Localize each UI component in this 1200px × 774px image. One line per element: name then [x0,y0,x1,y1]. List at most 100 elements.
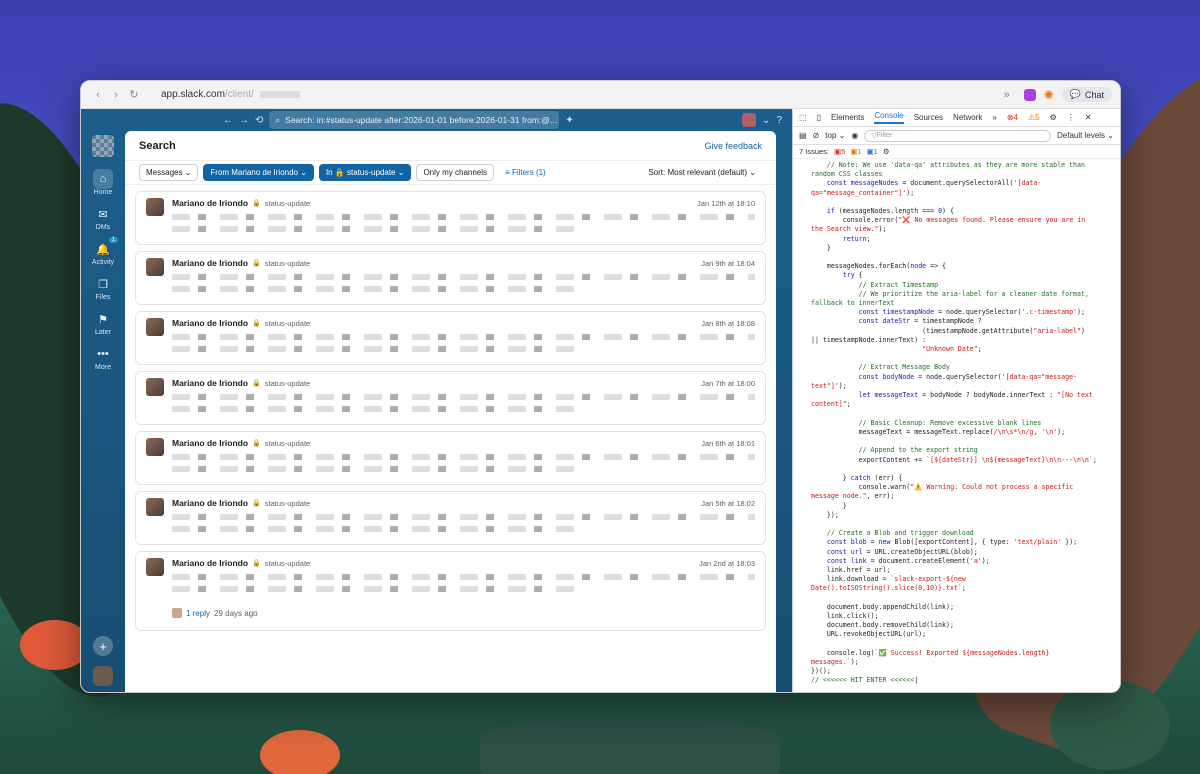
help-icon[interactable]: ? [776,115,782,126]
rail-item-home[interactable]: ⌂ Home [93,169,113,196]
lock-icon: 🔒 [252,560,261,567]
channel-name[interactable]: status-update [265,439,310,448]
url-redacted [259,90,300,98]
list-item[interactable]: Mariano de Iriondo 🔒 status-update Jan 6… [135,431,766,485]
timestamp[interactable]: Jan 6th at 18:01 [701,439,755,448]
warning-count[interactable]: ⚠5 [1028,113,1040,122]
extension-icon[interactable] [1023,88,1036,101]
issues-bar[interactable]: 7 Issues: ▣5 ▣1 ▣1 ⚙ [793,145,1120,159]
forward-arrow-icon[interactable]: → [239,115,249,126]
list-item[interactable]: Mariano de Iriondo 🔒 status-update Jan 2… [135,551,766,631]
inspect-icon[interactable]: ⬚ [799,113,807,122]
reload-icon[interactable]: ↻ [125,88,143,101]
avatar [146,498,164,516]
timestamp[interactable]: Jan 2nd at 18:03 [699,559,755,568]
thread-replies[interactable]: 1 reply 29 days ago [172,608,755,618]
history-icon[interactable]: ⟲ [255,115,263,126]
user-avatar[interactable] [93,666,113,686]
error-count[interactable]: ⊗4 [1007,113,1018,122]
sparkle-extension-icon[interactable]: ✺ [1044,88,1054,102]
timestamp[interactable]: Jan 8th at 18:08 [701,319,755,328]
list-item[interactable]: Mariano de Iriondo 🔒 status-update Jan 5… [135,491,766,545]
channel-name[interactable]: status-update [265,559,310,568]
more-icon: ••• [97,348,109,360]
slack-search-bar[interactable]: ⌕ Search: in:#status-update after:2026-0… [269,111,560,129]
list-item[interactable]: Mariano de Iriondo 🔒 status-update Jan 9… [135,251,766,305]
messages-filter[interactable]: Messages ⌄ [139,164,199,181]
timestamp[interactable]: Jan 7th at 18:00 [701,379,755,388]
more-tabs-icon[interactable]: » [992,113,996,122]
rail-item-activity[interactable]: 🔔 1 Activity [92,237,119,266]
create-button[interactable]: + [93,636,113,656]
filter-bar: Messages ⌄ From Mariano de Iriondo ⌄ In … [125,161,776,185]
in-channel-filter[interactable]: In 🔒 status-update ⌄ [318,164,412,181]
give-feedback-link[interactable]: Give feedback [704,141,762,151]
channel-name[interactable]: status-update [265,319,310,328]
tab-elements[interactable]: Elements [831,113,864,122]
from-filter[interactable]: From Mariano de Iriondo ⌄ [203,164,314,181]
files-icon: ❐ [98,278,108,291]
timestamp[interactable]: Jan 12th at 18:10 [697,199,755,208]
rail-item-files[interactable]: ❐ Files [93,274,113,302]
author-name[interactable]: Mariano de Iriondo [172,318,248,328]
author-name[interactable]: Mariano de Iriondo [172,378,248,388]
author-name[interactable]: Mariano de Iriondo [172,558,248,568]
issues-info-count: ▣1 [866,147,878,156]
filters-button[interactable]: ≡ Filters (1) [499,165,552,180]
avatar [146,378,164,396]
only-my-channels-toggle[interactable]: Only my channels [416,164,495,181]
rail-item-dms[interactable]: ✉ DMs [93,204,113,232]
lock-icon: 🔒 [252,500,261,507]
eye-icon[interactable]: ◉ [851,131,858,140]
rail-item-more[interactable]: ••• More [93,344,113,371]
lock-icon: 🔒 [252,380,261,387]
workspace-avatar[interactable] [742,113,757,127]
workspace-logo[interactable] [92,135,114,157]
sort-dropdown[interactable]: Sort: Most relevant (default) ⌄ [642,165,762,180]
channel-name[interactable]: status-update [265,259,310,268]
chevron-down-icon[interactable]: ⌄ [762,115,770,126]
device-icon[interactable]: ▯ [817,113,821,122]
redacted-text [172,274,755,280]
channel-name[interactable]: status-update [265,199,310,208]
close-icon[interactable]: ✕ [1085,113,1092,122]
redacted-text [172,226,581,232]
channel-name[interactable]: status-update [265,379,310,388]
chevron-right-icon[interactable]: » [998,89,1016,101]
filter-input[interactable]: ▽ Filter [864,129,1052,142]
gear-icon[interactable]: ⚙ [1050,113,1057,122]
sidebar-toggle-icon[interactable]: ▤ [799,131,807,140]
author-name[interactable]: Mariano de Iriondo [172,258,248,268]
context-select[interactable]: top ⌄ [825,131,845,140]
redacted-text [172,514,755,520]
author-name[interactable]: Mariano de Iriondo [172,498,248,508]
tab-network[interactable]: Network [953,113,982,122]
address-bar[interactable]: app.slack.com/client/ [161,89,300,100]
kebab-menu-icon[interactable]: ⋮ [1067,113,1075,122]
slack-app: ← → ⟲ ⌕ Search: in:#status-update after:… [81,109,792,692]
tab-sources[interactable]: Sources [914,113,943,122]
chat-button[interactable]: 💬 Chat [1061,87,1112,102]
timestamp[interactable]: Jan 9th at 18:04 [701,259,755,268]
back-icon[interactable]: ‹ [89,89,107,101]
channel-name[interactable]: status-update [265,499,310,508]
timestamp[interactable]: Jan 5th at 18:02 [701,499,755,508]
rail-item-later[interactable]: ⚑ Later [93,309,113,337]
issues-error-count: ▣5 [834,147,846,156]
console-code[interactable]: // Note: We use 'data-qa' attributes as … [793,159,1120,692]
author-name[interactable]: Mariano de Iriondo [172,198,248,208]
author-name[interactable]: Mariano de Iriondo [172,438,248,448]
search-results: Mariano de Iriondo 🔒 status-update Jan 1… [125,185,776,692]
redacted-text [172,346,581,352]
levels-dropdown[interactable]: Default levels ⌄ [1057,131,1114,140]
clear-console-icon[interactable]: ⊘ [813,131,820,140]
gear-icon[interactable]: ⚙ [883,147,890,156]
list-item[interactable]: Mariano de Iriondo 🔒 status-update Jan 7… [135,371,766,425]
slack-ai-icon[interactable]: ✦ [565,115,573,126]
activity-badge: 1 [108,237,119,243]
list-item[interactable]: Mariano de Iriondo 🔒 status-update Jan 8… [135,311,766,365]
forward-icon[interactable]: › [107,89,125,101]
list-item[interactable]: Mariano de Iriondo 🔒 status-update Jan 1… [135,191,766,245]
tab-console[interactable]: Console [874,111,904,124]
back-arrow-icon[interactable]: ← [223,115,233,126]
